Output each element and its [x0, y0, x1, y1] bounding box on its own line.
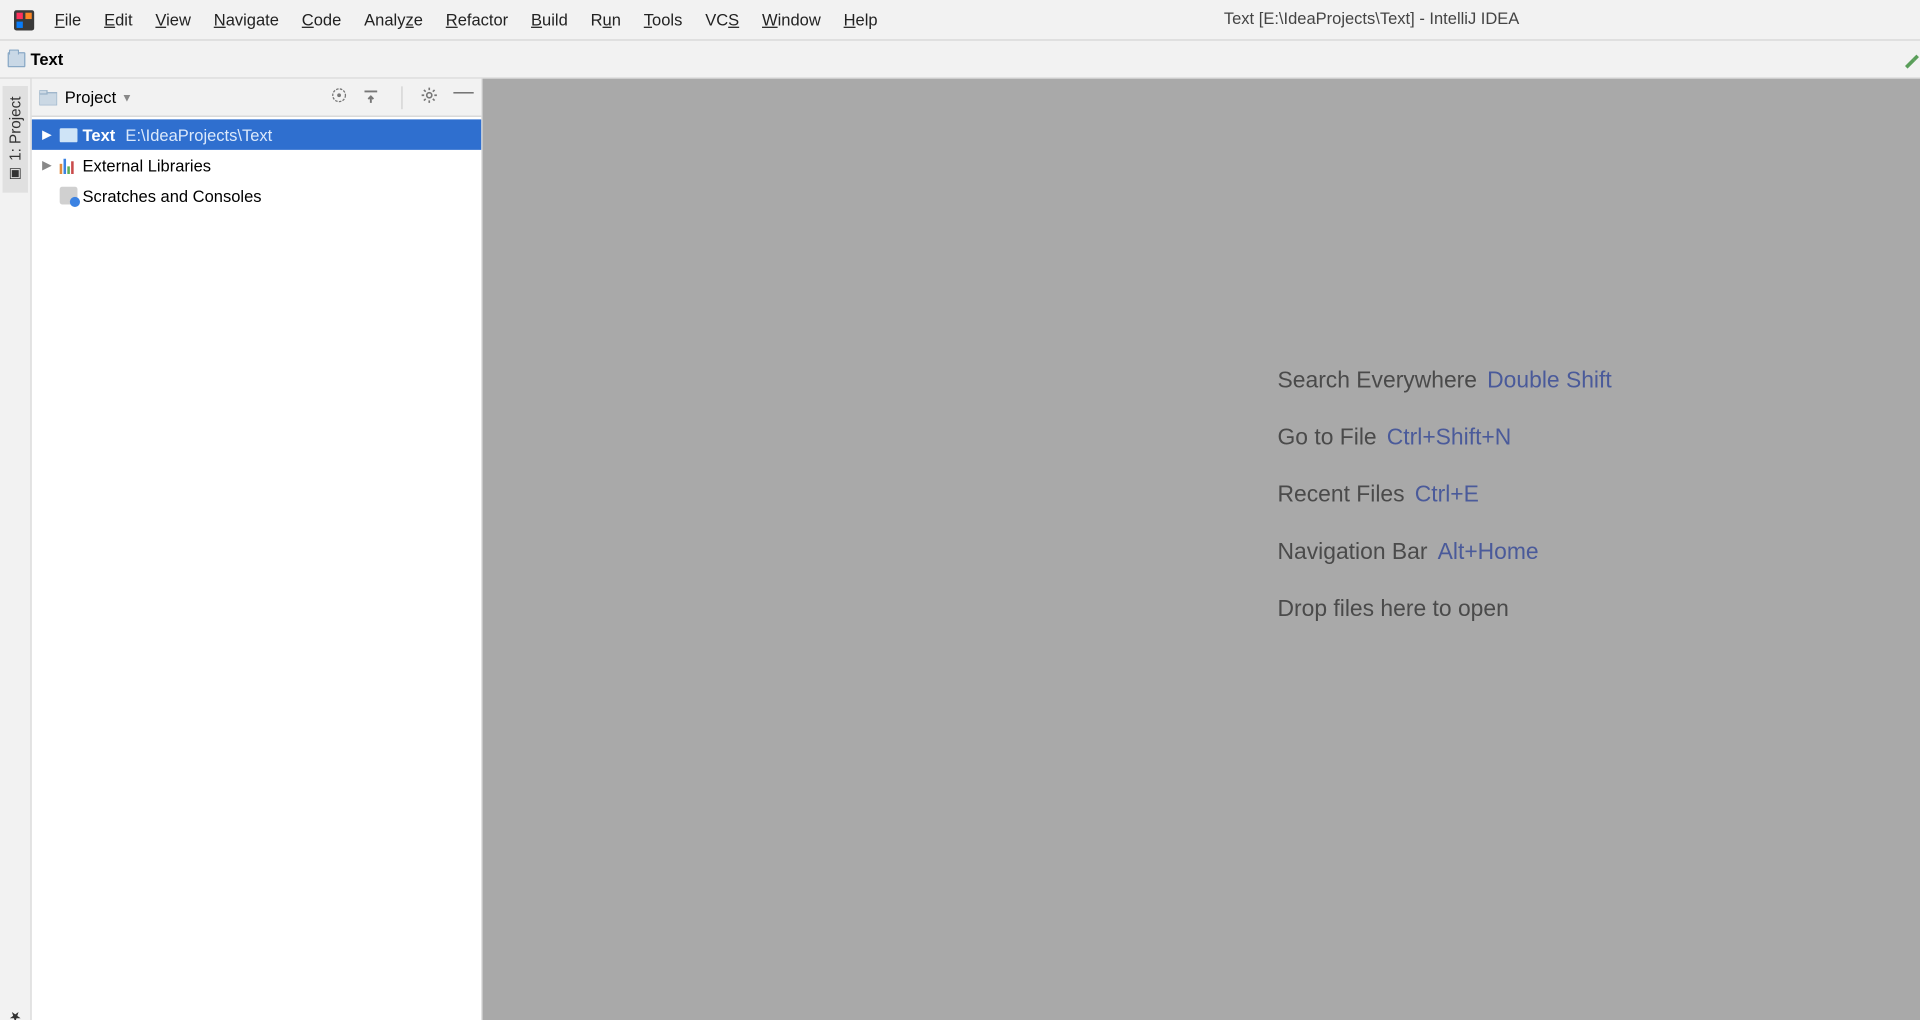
project-tool-window: Project ▼ — ▶ Text E:\IdeaProjects\Text: [32, 79, 483, 1020]
tree-root-node[interactable]: ▶ Text E:\IdeaProjects\Text: [32, 119, 482, 149]
project-view-label: Project: [65, 88, 116, 107]
hint-label: Search Everywhere: [1278, 352, 1477, 409]
tree-scratches[interactable]: ▶ Scratches and Consoles: [32, 180, 482, 210]
menu-edit[interactable]: EditEdit: [93, 5, 144, 34]
project-view-selector[interactable]: Project ▼: [65, 88, 133, 107]
menu-vcs[interactable]: VCSVCS: [694, 5, 751, 34]
menu-analyze[interactable]: AnalyzeAnalyze: [353, 5, 435, 34]
hide-icon[interactable]: —: [453, 86, 473, 109]
expand-arrow-icon[interactable]: ▶: [39, 158, 54, 172]
hint-label: Go to File: [1278, 409, 1377, 466]
gear-icon[interactable]: [420, 86, 440, 109]
menu-build[interactable]: BuildBuild: [520, 5, 580, 34]
chevron-down-icon: ▼: [121, 91, 132, 104]
locate-icon[interactable]: [330, 86, 350, 109]
tab-label: 1: Project: [6, 97, 24, 161]
hint-shortcut: Ctrl+Shift+N: [1387, 409, 1512, 466]
tree-node-path: E:\IdeaProjects\Text: [125, 125, 272, 144]
left-tool-stripe: ▣ 1: Project 2: Favorites ★ 7: Structure…: [0, 79, 32, 1020]
star-icon: ★: [7, 1009, 24, 1020]
menu-view[interactable]: ViewView: [144, 5, 202, 34]
menu-code[interactable]: CodeCode: [290, 5, 352, 34]
project-panel-header: Project ▼ —: [32, 79, 482, 117]
folder-icon: [60, 128, 78, 142]
menu-navigate[interactable]: NavigateNavigate: [202, 5, 290, 34]
tree-node-label: Text: [83, 125, 116, 144]
tab-favorites[interactable]: 2: Favorites ★: [3, 998, 28, 1020]
breadcrumb-root: Text: [30, 50, 63, 69]
menu-run[interactable]: RunRun: [579, 5, 632, 34]
scratches-icon: [60, 187, 78, 205]
build-hammer-icon[interactable]: [1896, 49, 1920, 69]
menu-refactor[interactable]: RefactorRefactor: [434, 5, 519, 34]
hint-shortcut: Ctrl+E: [1415, 466, 1479, 523]
expand-arrow-icon[interactable]: ▶: [39, 128, 54, 142]
titlebar: FFileile EditEdit ViewView NavigateNavig…: [0, 0, 1920, 41]
project-tree[interactable]: ▶ Text E:\IdeaProjects\Text ▶ External L…: [32, 117, 482, 1020]
folder-icon: [8, 51, 26, 66]
empty-hints: Search Everywhere Double Shift Go to Fil…: [1278, 352, 1612, 638]
hint-label: Recent Files: [1278, 466, 1405, 523]
project-view-icon: [39, 90, 57, 105]
app-icon: [13, 8, 36, 31]
separator: [401, 86, 402, 109]
expand-all-icon[interactable]: [363, 86, 383, 109]
hint-shortcut: Double Shift: [1487, 352, 1612, 409]
project-tab-icon: ▣: [7, 166, 24, 183]
editor-empty-state[interactable]: Search Everywhere Double Shift Go to Fil…: [483, 79, 1920, 1020]
menu-window[interactable]: WindowWindow: [751, 5, 833, 34]
tree-external-libraries[interactable]: ▶ External Libraries: [32, 150, 482, 180]
navigation-bar: Text Add Configuration...: [0, 41, 1920, 79]
menu-help[interactable]: HelpHelp: [832, 5, 889, 34]
hint-shortcut: Alt+Home: [1438, 523, 1539, 580]
hint-label: Drop files here to open: [1278, 580, 1509, 637]
hint-label: Navigation Bar: [1278, 523, 1428, 580]
menu-file[interactable]: FFileile: [43, 5, 92, 34]
breadcrumb[interactable]: Text: [8, 50, 64, 69]
tab-project[interactable]: ▣ 1: Project: [3, 86, 28, 192]
tree-node-label: External Libraries: [83, 156, 211, 175]
tree-node-label: Scratches and Consoles: [83, 186, 262, 205]
library-icon: [60, 156, 78, 174]
main-menu: FFileile EditEdit ViewView NavigateNavig…: [43, 5, 889, 34]
menu-tools[interactable]: ToolsTools: [632, 5, 693, 34]
